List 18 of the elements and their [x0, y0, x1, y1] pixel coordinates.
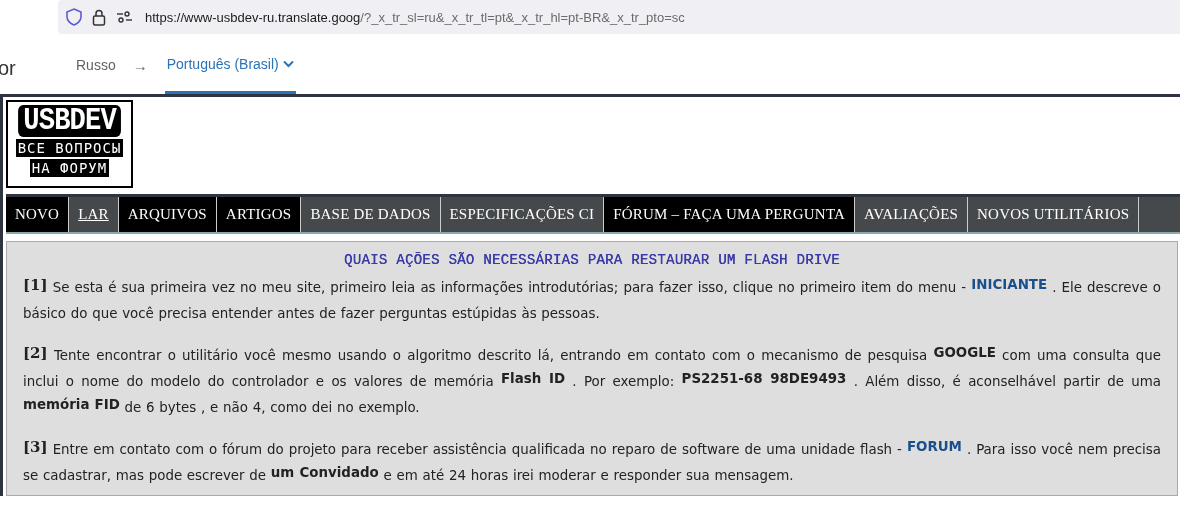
paragraph: [3] Entre em contato com o fórum do projeto para receber assistência qualificada no reparo de software de uma unidade flash - FORUM . Para isso você nem precisa se cadastrar, mas pode escrever de um Convidado e em até 24 horas irei moderar e responder sua mensagem. [23, 437, 1161, 485]
shield-icon[interactable] [66, 8, 82, 26]
lock-icon[interactable] [92, 8, 106, 26]
source-language[interactable]: Russo [76, 57, 116, 73]
paragraph: [1] Se esta é sua primeira vez no meu site, primeiro leia as informações introdutórias; para fazer isso, clique no primeiro item do menu - INICIANTE . Ele descreve o básico do que você precisa entender antes de fazer perguntas estúpidas às pessoas. [23, 275, 1161, 323]
arrow-text: → [132, 56, 148, 74]
permissions-icon[interactable] [116, 11, 133, 23]
nav-item[interactable]: ARTIGOS [216, 197, 302, 232]
section-heading: QUAIS AÇÕES SÃO NECESSÁRIAS PARA RESTAURAR UM FLASH DRIVE [343, 252, 841, 268]
site-logo[interactable]: USBDEV ВСЕ ВОПРОСЫ НА ФОРУМ [6, 100, 133, 188]
link[interactable]: INICIANTE [971, 277, 1048, 292]
nav-item[interactable]: NOVO [6, 197, 70, 232]
target-language-tab[interactable]: Português (Brasil) [164, 36, 296, 94]
nav-item[interactable]: ARQUIVOS [118, 197, 217, 232]
paragraph: [2] Tente encontrar o utilitário você mesmo usando o algoritmo descrito lá, entrando em contato com o mecanismo de pesquisa GOOGLE com uma consulta que inclui o nome do modelo do controlador e os valores de memória Flash ID . Por exemplo: PS2251-68 98DE9493 . Além disso, é aconselhável partir de uma memória FID de 6 bytes , e não 4, como dei no exemplo. [23, 343, 1161, 417]
link[interactable]: FORUM [906, 439, 962, 454]
nav-item[interactable]: FÓRUM – FAÇA UMA PERGUNTA [604, 197, 856, 232]
chevron-down-icon [282, 59, 294, 68]
